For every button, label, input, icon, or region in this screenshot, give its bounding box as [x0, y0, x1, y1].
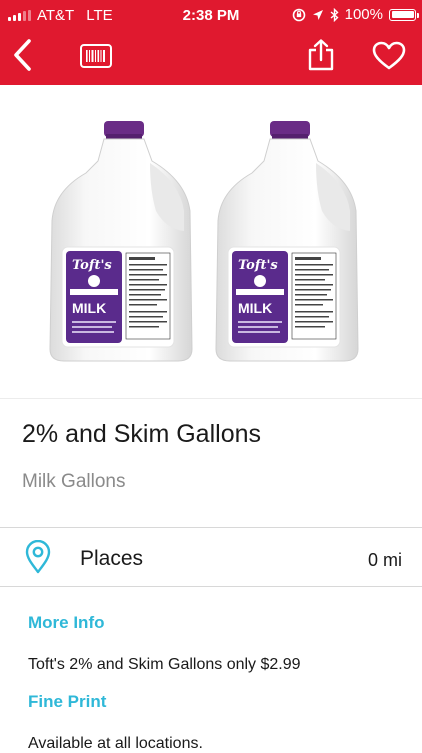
back-button[interactable] — [12, 38, 40, 74]
places-distance: 0 mi — [367, 550, 402, 570]
location-arrow-icon — [312, 9, 323, 20]
places-divider — [0, 586, 422, 587]
share-icon — [308, 39, 334, 71]
fine-print-heading: Fine Print — [28, 692, 107, 711]
fine-print-text: Available at all locations. — [28, 735, 203, 752]
more-info-text: Toft's 2% and Skim Gallons only $2.99 — [28, 656, 301, 673]
jug-milk-text: MILK — [72, 300, 106, 316]
jug-brand-text: Toft's — [238, 258, 278, 273]
battery-icon — [389, 8, 419, 21]
jug-milk-text: MILK — [238, 300, 272, 316]
heart-icon — [372, 41, 406, 70]
milk-jug-left: Toft's MILK — [49, 121, 193, 362]
status-bar: AT&T LTE 2:38 PM 100% — [0, 0, 422, 32]
hero-divider — [0, 398, 422, 399]
barcode-button[interactable] — [80, 44, 112, 68]
bluetooth-icon — [330, 7, 339, 22]
product-image: Toft's MILK Toft's MILK — [0, 85, 422, 398]
share-button[interactable] — [306, 38, 336, 72]
orientation-lock-icon — [292, 8, 305, 21]
app-header: AT&T LTE 2:38 PM 100% — [0, 0, 422, 85]
status-right: 100% — [292, 6, 419, 23]
places-row[interactable]: Places 0 mi — [0, 528, 422, 586]
milk-jug-right: Toft's MILK — [215, 121, 359, 362]
barcode-icon — [80, 44, 112, 68]
deal-title: 2% and Skim Gallons — [22, 420, 262, 448]
battery-fill — [391, 11, 414, 18]
location-pin-icon — [25, 540, 51, 574]
places-label: Places — [80, 547, 144, 570]
favorite-button[interactable] — [372, 41, 406, 71]
jug-brand-text: Toft's — [72, 258, 112, 273]
deal-category: Milk Gallons — [22, 471, 126, 492]
chevron-left-icon — [14, 39, 31, 71]
battery-percent: 100% — [344, 6, 383, 23]
more-info-heading: More Info — [28, 613, 105, 632]
